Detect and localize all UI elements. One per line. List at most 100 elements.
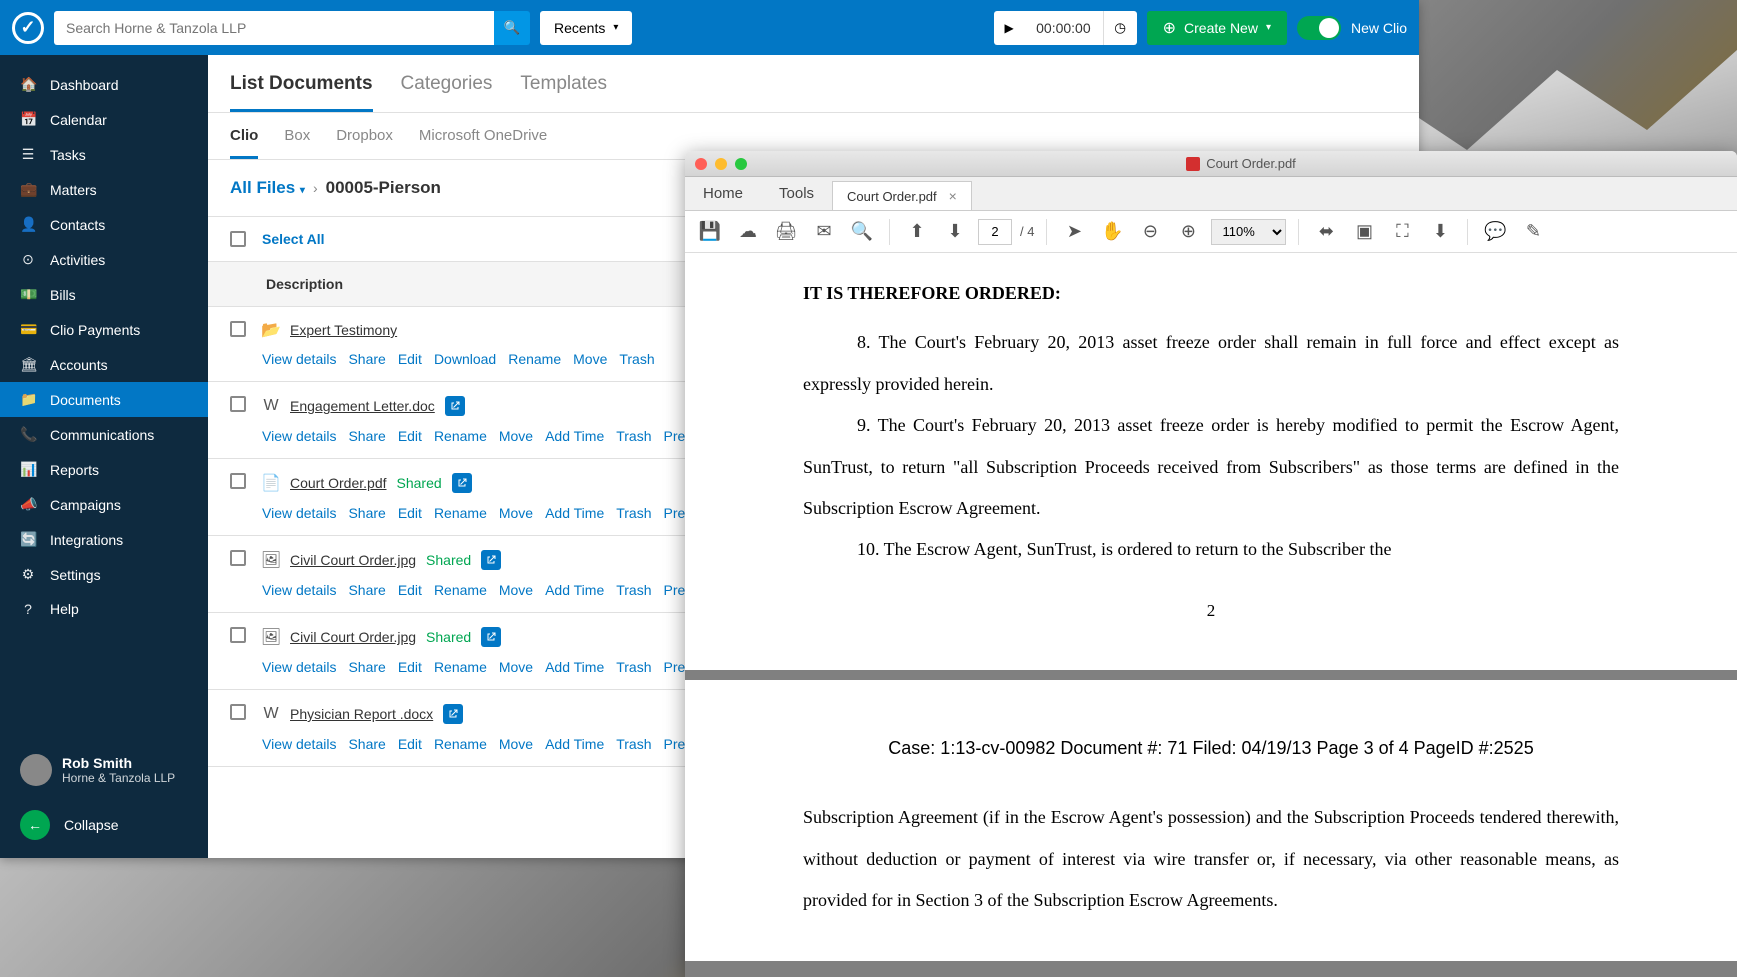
timer-clock-button[interactable]: ◷ [1103,11,1137,45]
hand-icon[interactable]: ✋ [1097,217,1127,247]
breadcrumb-root[interactable]: All Files [230,178,305,198]
pdf-tab-document[interactable]: Court Order.pdf × [832,181,972,210]
external-link-icon[interactable] [481,550,501,570]
file-action-move[interactable]: Move [499,505,533,521]
file-action-trash[interactable]: Trash [616,659,651,675]
fullscreen-icon[interactable]: ⛶ [1387,217,1417,247]
search-input[interactable] [54,11,494,45]
zoom-out-icon[interactable]: ⊖ [1135,217,1165,247]
file-action-rename[interactable]: Rename [508,351,561,367]
pdf-titlebar[interactable]: Court Order.pdf [685,151,1737,177]
source-tab-microsoft-onedrive[interactable]: Microsoft OneDrive [419,127,547,159]
file-action-edit[interactable]: Edit [398,582,422,598]
file-checkbox[interactable] [230,704,246,720]
print-icon[interactable]: 🖨 [771,217,801,247]
select-all-link[interactable]: Select All [262,231,325,247]
file-action-move[interactable]: Move [499,582,533,598]
file-action-rename[interactable]: Rename [434,582,487,598]
minimize-icon[interactable] [715,158,727,170]
file-action-trash[interactable]: Trash [616,505,651,521]
file-action-move[interactable]: Move [499,428,533,444]
pointer-icon[interactable]: ➤ [1059,217,1089,247]
pdf-tab-close-icon[interactable]: × [949,188,957,204]
sidebar-item-settings[interactable]: ⚙Settings [0,557,208,592]
file-checkbox[interactable] [230,627,246,643]
file-checkbox[interactable] [230,473,246,489]
sign-icon[interactable]: ✎ [1518,217,1548,247]
sidebar-item-integrations[interactable]: 🔄Integrations [0,522,208,557]
sidebar-item-matters[interactable]: 💼Matters [0,172,208,207]
source-tab-box[interactable]: Box [284,127,310,159]
file-action-add-time[interactable]: Add Time [545,428,604,444]
sidebar-item-documents[interactable]: 📁Documents [0,382,208,417]
file-action-move[interactable]: Move [499,659,533,675]
pdf-tab-tools[interactable]: Tools [761,177,832,210]
file-name-link[interactable]: Civil Court Order.jpg [290,552,416,568]
comment-icon[interactable]: 💬 [1480,217,1510,247]
file-action-edit[interactable]: Edit [398,505,422,521]
file-action-add-time[interactable]: Add Time [545,582,604,598]
external-link-icon[interactable] [452,473,472,493]
file-action-view-details[interactable]: View details [262,428,336,444]
file-action-trash[interactable]: Trash [619,351,654,367]
search-icon[interactable]: 🔍 [847,217,877,247]
tab-list-documents[interactable]: List Documents [230,73,373,112]
file-action-share[interactable]: Share [348,351,385,367]
external-link-icon[interactable] [481,627,501,647]
search-button[interactable]: 🔍 [494,11,530,45]
file-name-link[interactable]: Physician Report .docx [290,706,433,722]
pdf-tab-home[interactable]: Home [685,177,761,210]
pdf-body[interactable]: IT IS THEREFORE ORDERED: 8. The Court's … [685,253,1737,977]
page-input[interactable] [978,219,1012,245]
save-icon[interactable]: 💾 [695,217,725,247]
zoom-in-icon[interactable]: ⊕ [1173,217,1203,247]
sidebar-item-accounts[interactable]: 🏛Accounts [0,347,208,382]
sidebar-item-activities[interactable]: ⊙Activities [0,242,208,277]
source-tab-dropbox[interactable]: Dropbox [336,127,393,159]
file-action-download[interactable]: Download [434,351,496,367]
file-action-edit[interactable]: Edit [398,659,422,675]
maximize-icon[interactable] [735,158,747,170]
user-block[interactable]: Rob Smith Horne & Tanzola LLP [0,742,208,798]
collapse-button[interactable]: ← Collapse [0,798,208,858]
sidebar-item-reports[interactable]: 📊Reports [0,452,208,487]
sidebar-item-clio-payments[interactable]: 💳Clio Payments [0,312,208,347]
file-action-rename[interactable]: Rename [434,428,487,444]
file-action-share[interactable]: Share [348,736,385,752]
file-action-trash[interactable]: Trash [616,736,651,752]
tab-templates[interactable]: Templates [520,73,607,112]
file-action-add-time[interactable]: Add Time [545,505,604,521]
timer-play-button[interactable] [994,11,1024,45]
file-action-edit[interactable]: Edit [398,428,422,444]
file-action-edit[interactable]: Edit [398,736,422,752]
sidebar-item-calendar[interactable]: 📅Calendar [0,102,208,137]
file-action-add-time[interactable]: Add Time [545,659,604,675]
fit-width-icon[interactable]: ⬌ [1311,217,1341,247]
file-action-add-time[interactable]: Add Time [545,736,604,752]
email-icon[interactable]: ✉ [809,217,839,247]
file-action-rename[interactable]: Rename [434,736,487,752]
file-action-trash[interactable]: Trash [616,428,651,444]
file-action-view-details[interactable]: View details [262,582,336,598]
file-action-view-details[interactable]: View details [262,505,336,521]
sidebar-item-tasks[interactable]: ☰Tasks [0,137,208,172]
source-tab-clio[interactable]: Clio [230,127,258,159]
file-checkbox[interactable] [230,321,246,337]
page-down-icon[interactable]: ⬇ [940,217,970,247]
download-icon[interactable]: ⬇ [1425,217,1455,247]
sidebar-item-campaigns[interactable]: 📣Campaigns [0,487,208,522]
select-all-checkbox[interactable] [230,231,246,247]
file-checkbox[interactable] [230,550,246,566]
new-clio-toggle[interactable] [1297,16,1341,40]
file-action-view-details[interactable]: View details [262,351,336,367]
file-name-link[interactable]: Expert Testimony [290,322,397,338]
sidebar-item-dashboard[interactable]: 🏠Dashboard [0,67,208,102]
file-action-trash[interactable]: Trash [616,582,651,598]
create-new-button[interactable]: Create New [1147,11,1287,45]
tab-categories[interactable]: Categories [401,73,493,112]
file-checkbox[interactable] [230,396,246,412]
file-name-link[interactable]: Civil Court Order.jpg [290,629,416,645]
file-action-share[interactable]: Share [348,659,385,675]
sidebar-item-bills[interactable]: 💵Bills [0,277,208,312]
file-action-rename[interactable]: Rename [434,505,487,521]
